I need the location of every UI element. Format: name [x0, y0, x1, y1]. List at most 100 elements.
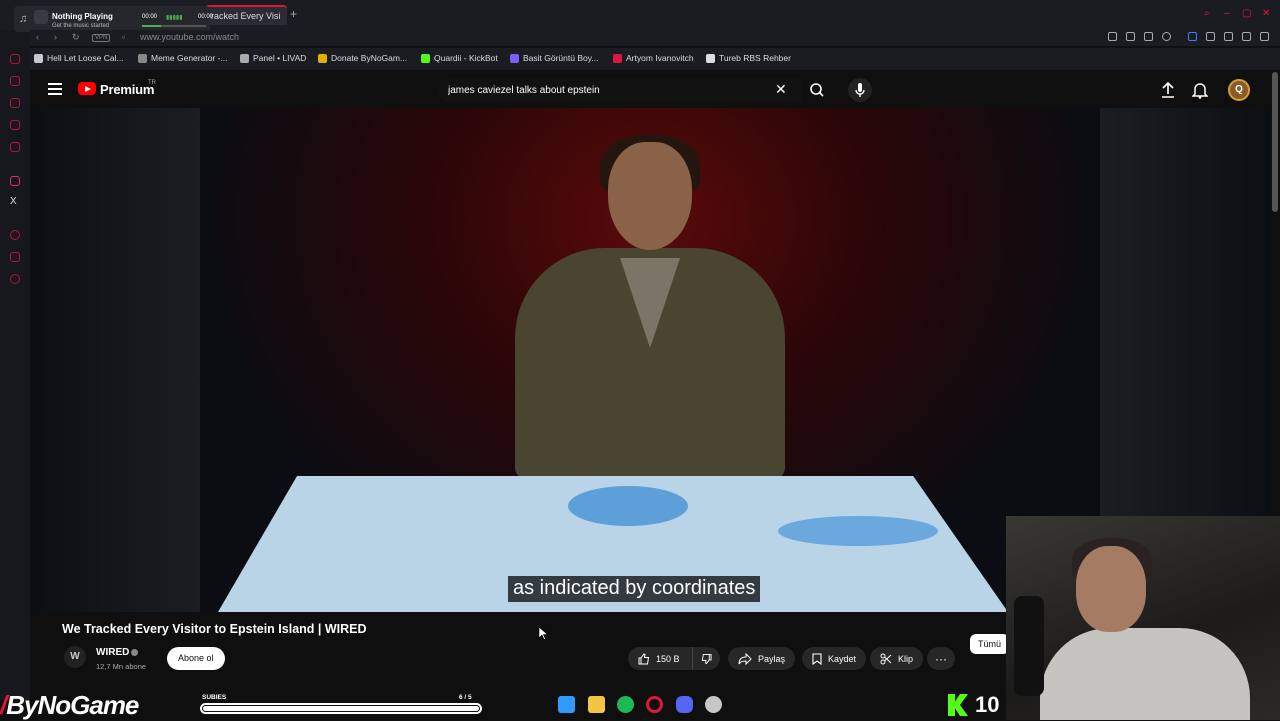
- bookmark-item[interactable]: Panel • LIVAD: [240, 53, 306, 63]
- bookmark-favicon: [318, 53, 327, 63]
- sidebar-app-icon[interactable]: [10, 76, 20, 86]
- subscribe-button[interactable]: Abone ol: [167, 647, 225, 670]
- dislike-button[interactable]: [692, 647, 720, 670]
- sidebar-app-icon[interactable]: [10, 142, 20, 152]
- like-button[interactable]: 150 B: [628, 647, 692, 670]
- active-tab[interactable]: racked Every Visi: [205, 5, 287, 25]
- verified-icon: [131, 649, 138, 656]
- player-subtitle: Get the music started: [52, 23, 110, 29]
- shield-icon[interactable]: [1144, 32, 1153, 41]
- subgoal-count: 6 / 5: [459, 694, 472, 701]
- thumbs-down-icon: [701, 653, 712, 664]
- spotify-icon[interactable]: [617, 696, 634, 713]
- player-title: Nothing Playing: [52, 12, 113, 21]
- player-time-end: 00:00: [198, 14, 214, 20]
- discord-icon[interactable]: [676, 696, 693, 713]
- channel-name[interactable]: WIRED: [96, 647, 129, 658]
- screenshot-icon[interactable]: [1126, 32, 1135, 41]
- bookmark-save-icon: [812, 652, 822, 665]
- clip-button[interactable]: Klip: [870, 647, 924, 670]
- vpn-badge[interactable]: VPN: [92, 34, 111, 42]
- steam-icon[interactable]: [705, 696, 722, 713]
- voice-search-button[interactable]: [848, 78, 872, 102]
- clear-search-icon[interactable]: ✕: [775, 81, 787, 98]
- opera-gx-icon[interactable]: [646, 696, 663, 713]
- streamer-webcam: [1006, 516, 1280, 720]
- new-tab-button[interactable]: +: [290, 7, 297, 21]
- menu-icon[interactable]: [1242, 32, 1251, 41]
- bookmark-item[interactable]: Artyom Ivanovitch: [613, 53, 694, 63]
- more-actions-button[interactable]: ···: [927, 647, 955, 670]
- bookmark-item[interactable]: Meme Generator -...: [138, 53, 228, 63]
- reload-icon[interactable]: ↻: [72, 32, 80, 43]
- bookmark-favicon: [706, 53, 715, 63]
- youtube-logo-icon[interactable]: [78, 82, 96, 95]
- file-explorer-icon[interactable]: [588, 696, 605, 713]
- sidebar-app-icon[interactable]: [10, 98, 20, 108]
- bookmark-icon[interactable]: [1108, 32, 1117, 41]
- bookmark-item[interactable]: Tureb RBS Rehber: [706, 53, 791, 63]
- page-scrollbar[interactable]: [1272, 72, 1278, 212]
- search-input[interactable]: [438, 78, 802, 102]
- bookmarks-bar: Hell Let Loose Cal... Meme Generator -..…: [30, 48, 1280, 70]
- streamer-brand-logo: /ByNoGame: [0, 690, 139, 720]
- easy-setup-icon[interactable]: [1260, 32, 1269, 41]
- x-twitter-icon[interactable]: X: [10, 196, 17, 207]
- url-field[interactable]: www.youtube.com/watch: [140, 32, 239, 42]
- heart-icon[interactable]: [1162, 32, 1171, 41]
- maximize-icon[interactable]: ▢: [1242, 8, 1251, 19]
- hamburger-menu-icon[interactable]: [48, 83, 62, 95]
- album-art: [34, 10, 48, 24]
- sidebar-app-icon[interactable]: [10, 54, 20, 64]
- history-icon[interactable]: [10, 230, 20, 240]
- minimize-icon[interactable]: –: [1224, 8, 1230, 19]
- close-window-icon[interactable]: ✕: [1262, 8, 1270, 19]
- search-button[interactable]: [802, 78, 832, 102]
- save-button[interactable]: Kaydet: [802, 647, 867, 670]
- youtube-brand[interactable]: Premium: [100, 82, 154, 97]
- player-progress[interactable]: [142, 25, 206, 27]
- share-label: Paylaş: [758, 653, 786, 664]
- music-player-widget[interactable]: ♫ Nothing Playing Get the music started …: [14, 6, 214, 32]
- active-tab-title: racked Every Visi: [211, 11, 281, 21]
- filter-chip-all[interactable]: Tümü: [970, 634, 1010, 654]
- instagram-icon[interactable]: [10, 176, 20, 186]
- video-person-head: [608, 142, 692, 250]
- youtube-header: Premium TR ✕ Q: [30, 72, 1270, 108]
- extensions-icon[interactable]: [1206, 32, 1215, 41]
- share-button[interactable]: Paylaş: [728, 647, 796, 670]
- player-time-start: 00:00: [142, 14, 158, 20]
- country-code: TR: [148, 80, 156, 86]
- search-icon: [810, 83, 824, 97]
- subscriber-count: 12,7 Mn abone: [96, 662, 147, 671]
- bookmark-favicon: [613, 53, 622, 63]
- account-avatar[interactable]: Q: [1228, 79, 1250, 101]
- forward-icon[interactable]: ›: [54, 32, 57, 42]
- bookmark-item[interactable]: Quardii - KickBot: [421, 53, 498, 63]
- back-icon[interactable]: ‹: [36, 32, 39, 42]
- settings-icon[interactable]: [10, 274, 20, 284]
- lock-icon: ▫: [122, 32, 126, 42]
- subgoal-label: SUBIES: [202, 694, 227, 701]
- bookmark-favicon: [138, 53, 147, 63]
- upload-icon[interactable]: [1160, 81, 1176, 99]
- channel-avatar[interactable]: W: [64, 646, 86, 668]
- scissors-icon: [880, 653, 892, 664]
- bookmark-item[interactable]: Basit Görüntü Boy...: [510, 53, 598, 63]
- opera-sidebar: X: [0, 30, 30, 700]
- notifications-bell-icon[interactable]: [1192, 81, 1208, 99]
- bookmark-item[interactable]: Hell Let Loose Cal...: [34, 53, 124, 63]
- bookmark-item[interactable]: Donate ByNoGam...: [318, 53, 407, 63]
- windows-start-icon[interactable]: [558, 696, 575, 713]
- thumbs-up-icon: [638, 652, 650, 664]
- kick-logo-icon: [948, 694, 968, 716]
- sidebar-app-icon[interactable]: [10, 120, 20, 130]
- player-progress-fill: [142, 25, 162, 27]
- download-icon[interactable]: [1224, 32, 1233, 41]
- search-tabs-icon[interactable]: ⌕: [1204, 8, 1210, 19]
- webcam-person-body: [1040, 628, 1250, 720]
- viewer-count: 10: [975, 692, 1000, 717]
- audio-icon[interactable]: [1188, 32, 1197, 41]
- music-note-icon: ♫: [19, 13, 28, 25]
- extensions-icon[interactable]: [10, 252, 20, 262]
